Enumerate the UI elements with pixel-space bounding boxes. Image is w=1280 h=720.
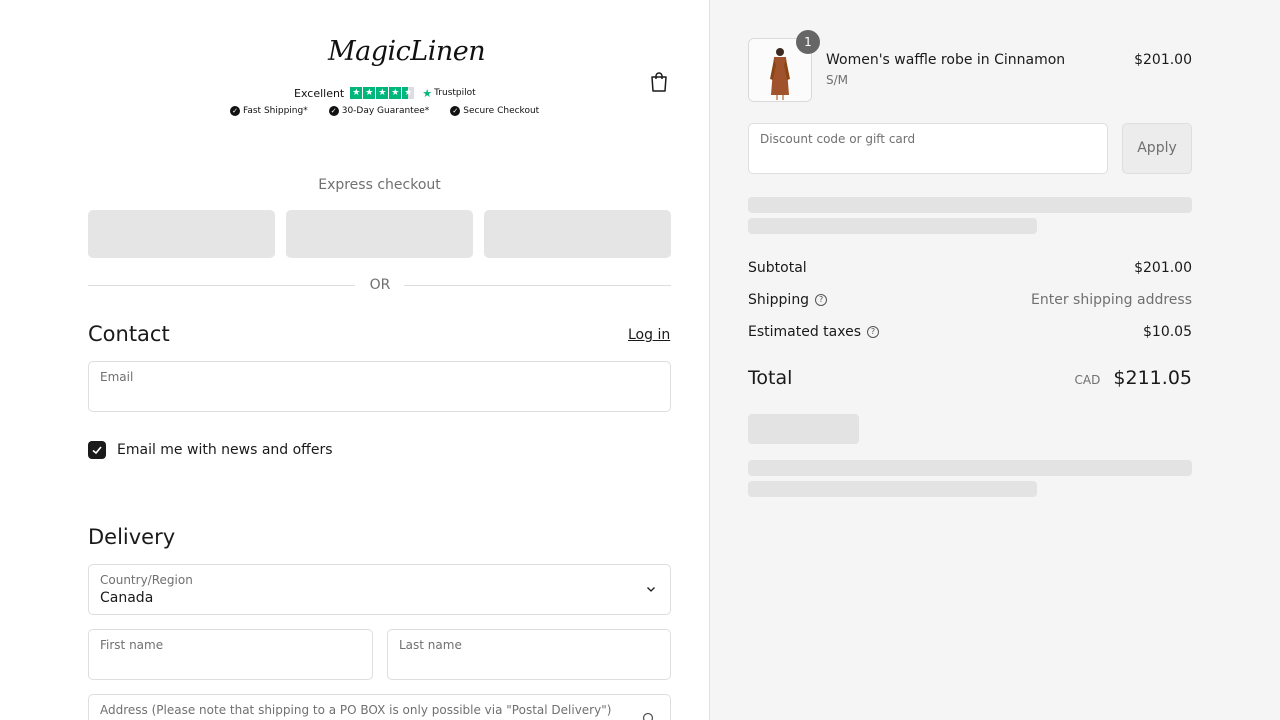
- star-icon: ★: [376, 87, 389, 99]
- trustpilot-star-icon: ★: [422, 86, 433, 100]
- badge-secure-checkout: ✓ Secure Checkout: [450, 106, 539, 116]
- trustpilot-brand-label: Trustpilot: [434, 88, 476, 98]
- loading-skeleton: [748, 414, 859, 444]
- last-name-field[interactable]: Last name: [387, 629, 671, 680]
- check-circle-icon: ✓: [450, 106, 461, 116]
- trustpilot-brand: ★ Trustpilot: [422, 87, 475, 100]
- total-currency: CAD: [1074, 373, 1101, 387]
- star-icon: ★: [363, 87, 376, 99]
- last-name-label: Last name: [399, 638, 462, 652]
- rating-stars: ★ ★ ★ ★ ★: [350, 87, 415, 99]
- help-icon[interactable]: ?: [867, 326, 880, 338]
- first-name-label: First name: [100, 638, 164, 652]
- badge-guarantee: ✓ 30-Day Guarantee*: [328, 106, 430, 116]
- divider-line: [88, 285, 355, 286]
- total-amount-group: CAD $211.05: [1075, 367, 1193, 389]
- country-label: Country/Region: [100, 573, 193, 587]
- newsletter-label: Email me with news and offers: [117, 442, 333, 458]
- discount-label: Discount code or gift card: [760, 132, 916, 146]
- check-circle-icon: ✓: [328, 106, 339, 116]
- trustpilot-rating: Excellent ★ ★ ★ ★ ★ ★ Trustpilot: [294, 86, 476, 100]
- subtotal-row: Subtotal $201.00: [748, 260, 1192, 276]
- or-divider: OR: [369, 277, 391, 293]
- taxes-row: Estimated taxes? $10.05: [748, 324, 1192, 340]
- help-icon[interactable]: ?: [815, 294, 828, 306]
- divider-line: [404, 285, 671, 286]
- first-name-field[interactable]: First name: [88, 629, 373, 680]
- star-icon: ★: [389, 87, 402, 99]
- badge-label: 30-Day Guarantee*: [341, 106, 430, 116]
- checkout-form-panel: MagicLinen Excellent ★ ★ ★ ★ ★ ★ Trustpi…: [0, 0, 709, 720]
- login-link[interactable]: Log in: [628, 327, 670, 343]
- trust-badges: ✓ Fast Shipping* ✓ 30-Day Guarantee* ✓ S…: [230, 106, 560, 116]
- badge-label: Fast Shipping*: [243, 106, 308, 116]
- express-pay-button-1[interactable]: [88, 210, 275, 258]
- shipping-label: Shipping: [748, 292, 810, 308]
- express-pay-button-3[interactable]: [484, 210, 671, 258]
- product-variant: S/M: [826, 73, 849, 87]
- product-price: $201.00: [1134, 52, 1192, 68]
- express-pay-button-2[interactable]: [286, 210, 473, 258]
- chevron-down-icon: [647, 587, 655, 592]
- search-icon: [642, 712, 654, 720]
- email-label: Email: [100, 370, 134, 384]
- star-icon: ★: [350, 87, 363, 99]
- taxes-value: $10.05: [1143, 324, 1192, 340]
- loading-skeleton: [748, 481, 1037, 497]
- country-value: Canada: [100, 590, 154, 606]
- loading-skeleton: [748, 197, 1192, 213]
- total-label: Total: [748, 367, 793, 389]
- loading-skeleton: [748, 460, 1192, 476]
- order-summary-panel: [709, 0, 1280, 720]
- checkmark-icon: [92, 446, 102, 455]
- address-label: Address (Please note that shipping to a …: [100, 703, 612, 717]
- newsletter-checkbox[interactable]: [88, 441, 106, 459]
- apply-discount-button[interactable]: Apply: [1122, 123, 1192, 174]
- shipping-row: Shipping? Enter shipping address: [748, 292, 1192, 308]
- subtotal-label: Subtotal: [748, 260, 807, 276]
- badge-label: Secure Checkout: [463, 106, 540, 116]
- shopping-bag-icon[interactable]: [649, 71, 669, 93]
- check-circle-icon: ✓: [230, 106, 240, 116]
- delivery-heading: Delivery: [88, 525, 176, 549]
- shipping-value: Enter shipping address: [1031, 292, 1192, 308]
- brand-logo[interactable]: MagicLinen: [328, 36, 486, 67]
- star-half-icon: ★: [402, 87, 415, 99]
- trust-label: Excellent: [294, 86, 345, 100]
- country-select[interactable]: Country/Region Canada: [88, 564, 671, 615]
- taxes-label: Estimated taxes: [748, 324, 862, 340]
- taxes-label-group: Estimated taxes?: [748, 324, 880, 340]
- email-field[interactable]: Email: [88, 361, 671, 412]
- total-row: Total CAD $211.05: [748, 367, 1192, 389]
- newsletter-option[interactable]: Email me with news and offers: [88, 441, 333, 459]
- loading-skeleton: [748, 218, 1037, 234]
- express-checkout-title: Express checkout: [318, 177, 441, 193]
- total-value: $211.05: [1113, 367, 1192, 389]
- address-field[interactable]: Address (Please note that shipping to a …: [88, 694, 671, 720]
- product-name: Women's waffle robe in Cinnamon: [826, 52, 1066, 68]
- discount-code-input[interactable]: Discount code or gift card: [748, 123, 1108, 174]
- contact-heading: Contact: [88, 322, 170, 346]
- quantity-badge: 1: [796, 30, 820, 54]
- badge-fast-shipping: ✓ Fast Shipping*: [230, 106, 308, 116]
- shipping-label-group: Shipping?: [748, 292, 828, 308]
- subtotal-value: $201.00: [1134, 260, 1192, 276]
